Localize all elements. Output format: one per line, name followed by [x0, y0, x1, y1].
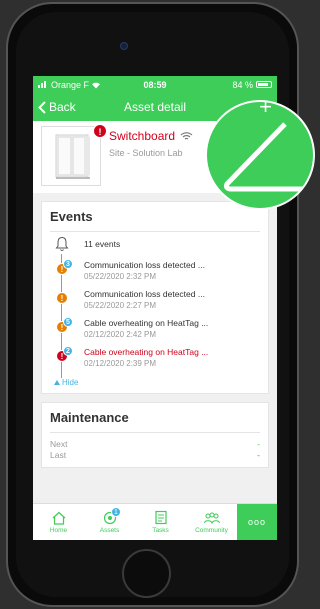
event-date: 05/22/2020 2:32 PM	[84, 272, 157, 281]
asset-name: Switchboard	[109, 129, 176, 143]
events-card: Events 11 events ! 3 Communication loss …	[41, 201, 269, 394]
tab-label: Assets	[99, 526, 120, 534]
event-item[interactable]: ! 3 Communication loss detected ... 05/2…	[52, 259, 260, 289]
signal-icon	[38, 81, 46, 88]
back-button[interactable]: Back	[38, 100, 76, 114]
maintenance-label: Last	[50, 450, 67, 460]
event-item[interactable]: ! 5 Cable overheating on HeatTag ... 02/…	[52, 317, 260, 347]
event-item[interactable]: ! 2 Cable overheating on HeatTag ... 02/…	[52, 346, 260, 376]
asset-site: Site - Solution Lab	[109, 148, 183, 158]
event-title: Cable overheating on HeatTag ...	[84, 347, 209, 357]
events-count-text: 11 events	[84, 236, 120, 249]
maintenance-card: Maintenance Next - Last -	[41, 402, 269, 468]
carrier-name: Orange F	[51, 79, 90, 90]
community-icon	[203, 512, 220, 525]
wifi-icon	[92, 82, 101, 88]
tab-home[interactable]: Home	[33, 504, 84, 540]
more-icon: ooo	[247, 517, 267, 527]
event-date: 05/22/2020 2:27 PM	[84, 301, 157, 310]
battery-fill	[258, 83, 268, 86]
more-button[interactable]: ooo	[237, 504, 277, 540]
tab-assets[interactable]: 1 Assets	[84, 504, 135, 540]
home-icon	[52, 511, 65, 525]
battery-group: 84 %	[232, 80, 272, 90]
carrier-group: Orange F	[38, 80, 101, 90]
maintenance-label: Next	[50, 439, 68, 449]
asset-thumbnail[interactable]: !	[41, 124, 107, 186]
maintenance-title: Maintenance	[50, 410, 129, 425]
battery-percent: 84 %	[232, 79, 253, 90]
wireless-icon	[180, 132, 193, 140]
tab-bar: Home 1 Assets Tasks Community ooo	[33, 503, 277, 540]
event-date: 02/12/2020 2:39 PM	[84, 359, 157, 368]
tab-tasks[interactable]: Tasks	[135, 504, 186, 540]
back-label: Back	[49, 100, 76, 114]
chevron-left-icon	[38, 100, 46, 114]
event-count-badge: 5	[63, 317, 73, 327]
maintenance-row: Last -	[50, 450, 260, 461]
asset-alert-badge: !	[93, 124, 107, 138]
warning-icon: !	[56, 292, 68, 304]
events-title: Events	[50, 209, 93, 224]
events-count: 11 events	[84, 239, 121, 249]
event-text: Cable overheating on HeatTag ... 02/12/2…	[84, 318, 208, 339]
bell-icon	[55, 236, 69, 252]
events-timeline: 11 events ! 3 Communication loss detecte…	[42, 232, 268, 393]
caret-up-icon	[54, 380, 60, 385]
battery-icon	[256, 81, 272, 88]
events-count-row: 11 events	[52, 236, 260, 260]
hide-events-link[interactable]: Hide	[52, 378, 260, 387]
event-count-badge: 3	[63, 259, 73, 269]
event-marker: ! 5	[52, 317, 73, 342]
tab-community[interactable]: Community	[186, 504, 237, 540]
maintenance-value: -	[257, 450, 260, 460]
tab-label: Home	[49, 526, 68, 534]
maintenance-body: Next - Last -	[42, 433, 268, 467]
event-title: Cable overheating on HeatTag ...	[84, 318, 209, 328]
maintenance-row: Next -	[50, 439, 260, 450]
hide-label: Hide	[62, 378, 79, 387]
asset-info: Switchboard Site - Solution Lab	[109, 126, 193, 158]
switchboard-image	[55, 134, 90, 179]
maintenance-value: -	[257, 439, 260, 449]
event-item[interactable]: ! Communication loss detected ... 05/22/…	[52, 289, 260, 318]
event-text: Communication loss detected ... 05/22/20…	[84, 260, 205, 281]
tab-label: Tasks	[152, 527, 169, 534]
event-marker: ! 3	[52, 259, 73, 284]
event-text: Communication loss detected ... 05/22/20…	[84, 289, 205, 310]
add-button[interactable]: +	[259, 96, 272, 118]
home-hardware-button[interactable]	[122, 549, 171, 598]
asset-name-row: Switchboard	[109, 129, 193, 143]
event-title: Communication loss detected ...	[84, 289, 205, 299]
event-marker: ! 2	[52, 346, 73, 371]
event-marker: !	[52, 289, 72, 313]
event-date: 02/12/2020 2:42 PM	[84, 330, 157, 339]
event-text: Cable overheating on HeatTag ... 02/12/2…	[84, 347, 208, 368]
front-camera	[120, 42, 128, 50]
event-count-badge: 2	[63, 346, 73, 356]
bell-marker	[52, 236, 72, 260]
event-title: Communication loss detected ...	[84, 260, 205, 270]
status-bar: Orange F 08:59 84 %	[33, 76, 277, 93]
assets-badge: 1	[111, 507, 121, 517]
tab-label: Community	[195, 526, 228, 534]
tasks-icon	[154, 510, 167, 525]
